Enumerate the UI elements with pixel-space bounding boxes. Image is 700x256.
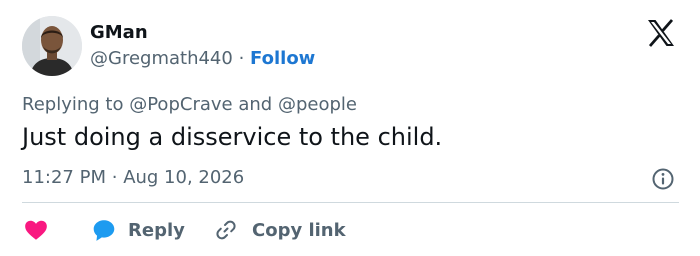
- handle-separator: ·: [238, 48, 245, 69]
- info-icon[interactable]: [651, 167, 675, 191]
- replying-to-prefix: Replying to: [22, 94, 124, 115]
- reply-label: Reply: [128, 219, 185, 241]
- heart-icon: [25, 220, 47, 240]
- tweet-time: 11:27 PM: [22, 167, 106, 188]
- handle-row: @Gregmath440 · Follow: [90, 48, 315, 69]
- reply-button[interactable]: Reply: [90, 217, 185, 243]
- timestamp-separator: ·: [111, 167, 118, 188]
- display-name[interactable]: GMan: [90, 22, 148, 43]
- tweet-date: Aug 10, 2026: [123, 167, 245, 188]
- like-button[interactable]: [22, 217, 50, 243]
- replying-to-conjunction: and: [238, 94, 273, 115]
- avatar[interactable]: [22, 16, 82, 76]
- replying-to-line: Replying to @PopCrave and @people: [22, 94, 357, 115]
- mention-people[interactable]: @people: [278, 94, 357, 115]
- reply-bubble-icon: [93, 220, 115, 241]
- divider: [22, 202, 679, 203]
- x-logo-icon[interactable]: [646, 18, 676, 48]
- copy-link-button[interactable]: Copy link: [214, 217, 346, 243]
- link-icon: [216, 220, 236, 240]
- mention-popcrave[interactable]: @PopCrave: [129, 94, 232, 115]
- tweet-text: Just doing a disservice to the child.: [22, 123, 443, 151]
- copy-link-label: Copy link: [252, 219, 346, 241]
- tweet-timestamp[interactable]: 11:27 PM · Aug 10, 2026: [22, 167, 244, 188]
- avatar-photo: [22, 16, 82, 76]
- follow-link[interactable]: Follow: [250, 48, 315, 69]
- user-handle[interactable]: @Gregmath440: [90, 48, 233, 69]
